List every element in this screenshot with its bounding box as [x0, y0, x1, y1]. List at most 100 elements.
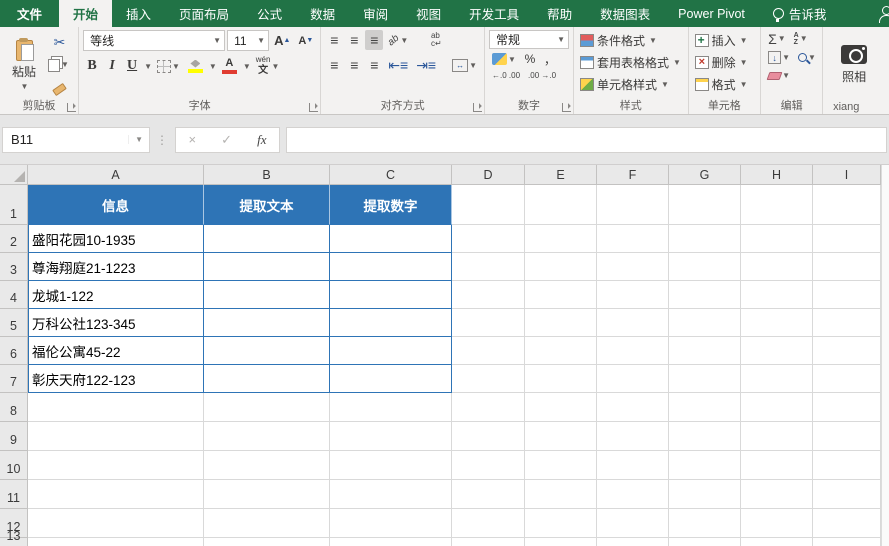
tab-item-10[interactable]: 数据图表 — [586, 0, 664, 27]
merge-center-button[interactable]: ↔▼ — [449, 55, 480, 75]
cell-F8[interactable] — [597, 393, 669, 422]
tab-item-0[interactable]: 文件 — [0, 0, 59, 27]
find-select-button[interactable]: ▼ — [795, 49, 819, 66]
bold-button[interactable]: B — [83, 56, 101, 76]
cell-A13[interactable] — [28, 538, 204, 546]
cut-button[interactable]: ✂ — [47, 32, 72, 52]
cell-H6[interactable] — [741, 337, 813, 365]
dialog-launcher-icon[interactable] — [473, 103, 482, 112]
cell-F12[interactable] — [597, 509, 669, 538]
cell-E7[interactable] — [525, 365, 597, 393]
row-header-8[interactable]: 8 — [0, 393, 28, 422]
cell-E6[interactable] — [525, 337, 597, 365]
row-header-5[interactable]: 5 — [0, 309, 28, 337]
cell-D10[interactable] — [452, 451, 525, 480]
cell-H1[interactable] — [741, 185, 813, 225]
cell-I8[interactable] — [813, 393, 881, 422]
cell-A9[interactable] — [28, 422, 204, 451]
autosum-button[interactable]: Σ▼ — [765, 30, 789, 47]
tab-item-3[interactable]: 页面布局 — [165, 0, 243, 27]
cell-styles-button[interactable]: 单元格样式▼ — [578, 74, 683, 94]
fill-color-button[interactable] — [185, 56, 206, 76]
column-header-G[interactable]: G — [669, 165, 741, 185]
cell-B8[interactable] — [204, 393, 330, 422]
conditional-formatting-button[interactable]: 条件格式▼ — [578, 30, 683, 50]
orientation-button[interactable]: ab▼ — [385, 30, 411, 50]
cell-B4[interactable] — [204, 281, 330, 309]
name-box[interactable]: B11 ▼ — [2, 127, 150, 153]
cell-B13[interactable] — [204, 538, 330, 546]
camera-button[interactable]: 照相 — [827, 30, 881, 100]
cell-A3[interactable]: 尊海翔庭21-1223 — [28, 253, 204, 281]
tab-item-6[interactable]: 审阅 — [349, 0, 402, 27]
cell-B11[interactable] — [204, 480, 330, 509]
percent-button[interactable]: % — [521, 51, 539, 67]
cell-C1[interactable]: 提取数字 — [330, 185, 452, 225]
cell-I11[interactable] — [813, 480, 881, 509]
cell-A6[interactable]: 福伦公寓45-22 — [28, 337, 204, 365]
column-header-F[interactable]: F — [597, 165, 669, 185]
cell-D11[interactable] — [452, 480, 525, 509]
dialog-launcher-icon[interactable] — [562, 103, 571, 112]
align-center-button[interactable]: ≡ — [345, 55, 363, 75]
cell-D7[interactable] — [452, 365, 525, 393]
cell-H12[interactable] — [741, 509, 813, 538]
cell-E3[interactable] — [525, 253, 597, 281]
cell-G8[interactable] — [669, 393, 741, 422]
cell-F4[interactable] — [597, 281, 669, 309]
accounting-format-button[interactable]: ▼ — [489, 51, 519, 67]
cell-G12[interactable] — [669, 509, 741, 538]
cell-H11[interactable] — [741, 480, 813, 509]
paste-button[interactable]: 粘贴 ▼ — [4, 30, 44, 100]
increase-decimal-button[interactable]: ←.0 .00 — [489, 69, 523, 82]
cell-A11[interactable] — [28, 480, 204, 509]
cell-E8[interactable] — [525, 393, 597, 422]
cell-G5[interactable] — [669, 309, 741, 337]
cell-A5[interactable]: 万科公社123-345 — [28, 309, 204, 337]
cell-H8[interactable] — [741, 393, 813, 422]
column-header-E[interactable]: E — [525, 165, 597, 185]
number-format-select[interactable]: 常规 ▼ — [489, 30, 569, 49]
cell-B6[interactable] — [204, 337, 330, 365]
increase-font-button[interactable]: A▲ — [271, 31, 293, 51]
cell-B10[interactable] — [204, 451, 330, 480]
align-right-button[interactable]: ≡ — [365, 55, 383, 75]
row-header-13[interactable]: 13 — [0, 538, 28, 546]
chevron-down-icon[interactable]: ▼ — [209, 62, 217, 71]
cell-I5[interactable] — [813, 309, 881, 337]
cell-G13[interactable] — [669, 538, 741, 546]
cell-I7[interactable] — [813, 365, 881, 393]
cell-D3[interactable] — [452, 253, 525, 281]
formula-input[interactable] — [286, 127, 887, 153]
copy-button[interactable]: ▼ — [47, 54, 72, 74]
column-header-H[interactable]: H — [741, 165, 813, 185]
cell-I9[interactable] — [813, 422, 881, 451]
decrease-font-button[interactable]: A▼ — [295, 31, 316, 51]
cell-C2[interactable] — [330, 225, 452, 253]
row-header-3[interactable]: 3 — [0, 253, 28, 281]
cell-G6[interactable] — [669, 337, 741, 365]
cell-I1[interactable] — [813, 185, 881, 225]
clear-button[interactable]: ▼ — [765, 68, 793, 83]
insert-cells-button[interactable]: 插入▼ — [693, 30, 750, 50]
cell-B7[interactable] — [204, 365, 330, 393]
column-header-B[interactable]: B — [204, 165, 330, 185]
tab-item-7[interactable]: 视图 — [402, 0, 455, 27]
cell-E12[interactable] — [525, 509, 597, 538]
wrap-text-button[interactable]: abc↵ — [427, 30, 445, 50]
chevron-down-icon[interactable]: ▼ — [243, 62, 251, 71]
tab-item-8[interactable]: 开发工具 — [455, 0, 533, 27]
increase-indent-button[interactable]: ⇥≡ — [413, 55, 439, 75]
cell-G11[interactable] — [669, 480, 741, 509]
cell-E5[interactable] — [525, 309, 597, 337]
cell-D8[interactable] — [452, 393, 525, 422]
fill-button[interactable]: ↓▼ — [765, 49, 793, 66]
cell-C12[interactable] — [330, 509, 452, 538]
row-header-2[interactable]: 2 — [0, 225, 28, 253]
cell-H13[interactable] — [741, 538, 813, 546]
format-painter-button[interactable] — [47, 76, 72, 96]
align-top-button[interactable]: ≡ — [325, 30, 343, 50]
row-header-7[interactable]: 7 — [0, 365, 28, 393]
cell-I10[interactable] — [813, 451, 881, 480]
chevron-down-icon[interactable]: ▼ — [144, 62, 152, 71]
